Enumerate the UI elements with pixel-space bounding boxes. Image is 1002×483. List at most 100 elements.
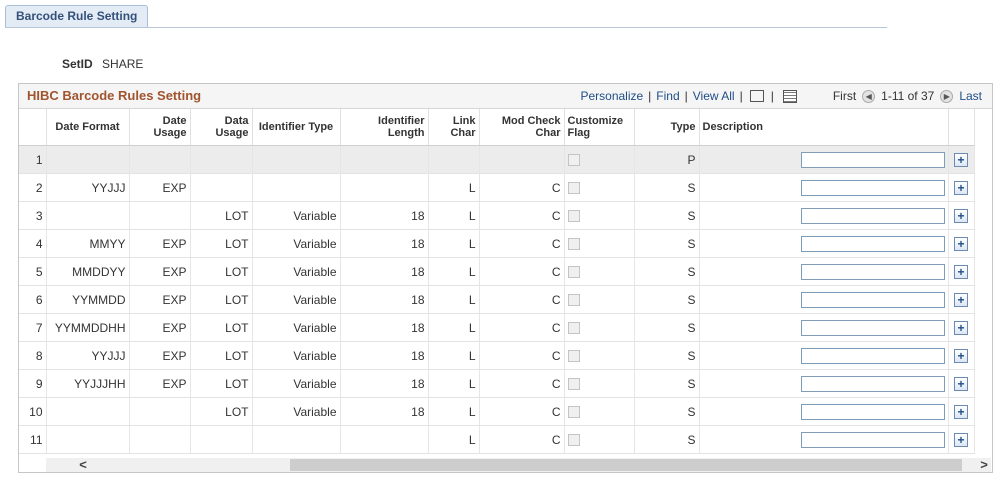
description-input[interactable] bbox=[800, 291, 945, 308]
add-row-button[interactable]: + bbox=[954, 236, 968, 251]
cell-mod-check-char: C bbox=[479, 201, 565, 230]
cell-type: S bbox=[634, 257, 700, 286]
column-header-identifier-length[interactable]: Identifier Length bbox=[340, 109, 429, 146]
customize-flag-cell bbox=[564, 229, 635, 258]
customize-flag-cell bbox=[564, 341, 635, 370]
grid-navigation: Personalize | Find | View All | | First … bbox=[580, 89, 982, 103]
add-row-button[interactable]: + bbox=[954, 292, 968, 307]
column-header-data-usage[interactable]: Data Usage bbox=[190, 109, 253, 146]
column-header-type[interactable]: Type bbox=[634, 109, 700, 146]
cell-identifier-type: Variable bbox=[252, 229, 341, 258]
row-range: 1-11 of 37 bbox=[881, 89, 935, 103]
customize-flag-checkbox[interactable] bbox=[567, 322, 580, 335]
add-row-button[interactable]: + bbox=[954, 152, 968, 167]
cell-date-format bbox=[46, 201, 130, 230]
next-icon[interactable]: ▶ bbox=[940, 89, 954, 103]
customize-flag-cell bbox=[564, 145, 635, 174]
customize-flag-checkbox[interactable] bbox=[567, 210, 580, 223]
table-row: 5 MMDDYY EXP LOT Variable 18 L C S + bbox=[19, 257, 975, 286]
setid-label: SetID bbox=[62, 57, 93, 71]
last-link[interactable]: Last bbox=[959, 89, 982, 103]
description-cell bbox=[699, 229, 949, 258]
find-link[interactable]: Find bbox=[656, 89, 679, 103]
add-row-button[interactable]: + bbox=[954, 376, 968, 391]
description-input[interactable] bbox=[800, 179, 945, 196]
column-header-description[interactable]: Description bbox=[699, 109, 949, 146]
add-row-button[interactable]: + bbox=[954, 264, 968, 279]
add-row-button[interactable]: + bbox=[954, 348, 968, 363]
customize-flag-checkbox[interactable] bbox=[567, 378, 580, 391]
add-row-cell: + bbox=[948, 425, 975, 454]
cell-link-char: L bbox=[428, 201, 480, 230]
customize-flag-checkbox[interactable] bbox=[567, 434, 580, 447]
description-input[interactable] bbox=[800, 319, 945, 336]
customize-flag-cell bbox=[564, 397, 635, 426]
column-header-customize-flag[interactable]: Customize Flag bbox=[564, 109, 635, 146]
scrollbar-thumb[interactable] bbox=[290, 459, 962, 471]
cell-date-format bbox=[46, 145, 130, 174]
scroll-right-icon[interactable]: > bbox=[977, 458, 991, 472]
cell-num: 7 bbox=[19, 313, 47, 342]
add-row-button[interactable]: + bbox=[954, 208, 968, 223]
description-input[interactable] bbox=[800, 207, 945, 224]
cell-data-usage: LOT bbox=[190, 229, 253, 258]
scroll-left-icon[interactable]: < bbox=[76, 458, 90, 472]
customize-flag-checkbox[interactable] bbox=[567, 350, 580, 363]
column-header-date-usage[interactable]: Date Usage bbox=[129, 109, 191, 146]
description-input[interactable] bbox=[800, 347, 945, 364]
cell-data-usage: LOT bbox=[190, 285, 253, 314]
previous-icon[interactable]: ◀ bbox=[862, 89, 876, 103]
cell-link-char: L bbox=[428, 257, 480, 286]
setid-field: SetID SHARE bbox=[62, 57, 143, 71]
column-header-link-char[interactable]: Link Char bbox=[428, 109, 480, 146]
new-window-icon[interactable] bbox=[749, 90, 764, 102]
add-row-button[interactable]: + bbox=[954, 320, 968, 335]
cell-identifier-length bbox=[340, 145, 429, 174]
customize-flag-checkbox[interactable] bbox=[567, 294, 580, 307]
personalize-link[interactable]: Personalize bbox=[580, 89, 643, 103]
customize-flag-cell bbox=[564, 285, 635, 314]
column-header-mod-check-char[interactable]: Mod Check Char bbox=[479, 109, 565, 146]
rules-table: Date Format Date Usage Data Usage Identifie… bbox=[19, 109, 975, 454]
cell-type: S bbox=[634, 369, 700, 398]
horizontal-scrollbar[interactable]: < > bbox=[46, 458, 991, 472]
customize-flag-checkbox[interactable] bbox=[567, 266, 580, 279]
add-row-button[interactable]: + bbox=[954, 432, 968, 447]
column-header-add bbox=[948, 109, 975, 146]
description-input[interactable] bbox=[800, 431, 945, 448]
view-all-link[interactable]: View All bbox=[693, 89, 735, 103]
customize-flag-checkbox[interactable] bbox=[567, 182, 580, 195]
tab-barcode-rule-setting[interactable]: Barcode Rule Setting bbox=[5, 5, 149, 27]
add-row-cell: + bbox=[948, 397, 975, 426]
setid-value: SHARE bbox=[102, 57, 144, 71]
cell-date-format: YYJJJ bbox=[46, 341, 130, 370]
description-input[interactable] bbox=[800, 235, 945, 252]
description-input[interactable] bbox=[800, 151, 945, 168]
cell-type: S bbox=[634, 397, 700, 426]
column-header-identifier-type[interactable]: Identifier Type bbox=[252, 109, 341, 146]
cell-date-format: MMDDYY bbox=[46, 257, 130, 286]
cell-link-char: L bbox=[428, 173, 480, 202]
description-cell bbox=[699, 341, 949, 370]
grid-header: HIBC Barcode Rules Setting Personalize |… bbox=[19, 84, 992, 109]
cell-date-format: YYMMDD bbox=[46, 285, 130, 314]
description-input[interactable] bbox=[800, 403, 945, 420]
customize-flag-checkbox[interactable] bbox=[567, 406, 580, 419]
description-input[interactable] bbox=[800, 263, 945, 280]
add-row-cell: + bbox=[948, 341, 975, 370]
download-grid-icon[interactable] bbox=[782, 89, 797, 103]
column-header-date-format[interactable]: Date Format bbox=[46, 109, 130, 146]
cell-mod-check-char bbox=[479, 145, 565, 174]
add-row-button[interactable]: + bbox=[954, 404, 968, 419]
cell-num: 9 bbox=[19, 369, 47, 398]
cell-date-format bbox=[46, 425, 130, 454]
cell-identifier-length: 18 bbox=[340, 313, 429, 342]
cell-type: S bbox=[634, 201, 700, 230]
add-row-button[interactable]: + bbox=[954, 180, 968, 195]
customize-flag-checkbox[interactable] bbox=[567, 238, 580, 251]
customize-flag-checkbox[interactable] bbox=[567, 154, 580, 167]
description-cell bbox=[699, 313, 949, 342]
cell-data-usage bbox=[190, 145, 253, 174]
cell-date-usage bbox=[129, 201, 191, 230]
description-input[interactable] bbox=[800, 375, 945, 392]
